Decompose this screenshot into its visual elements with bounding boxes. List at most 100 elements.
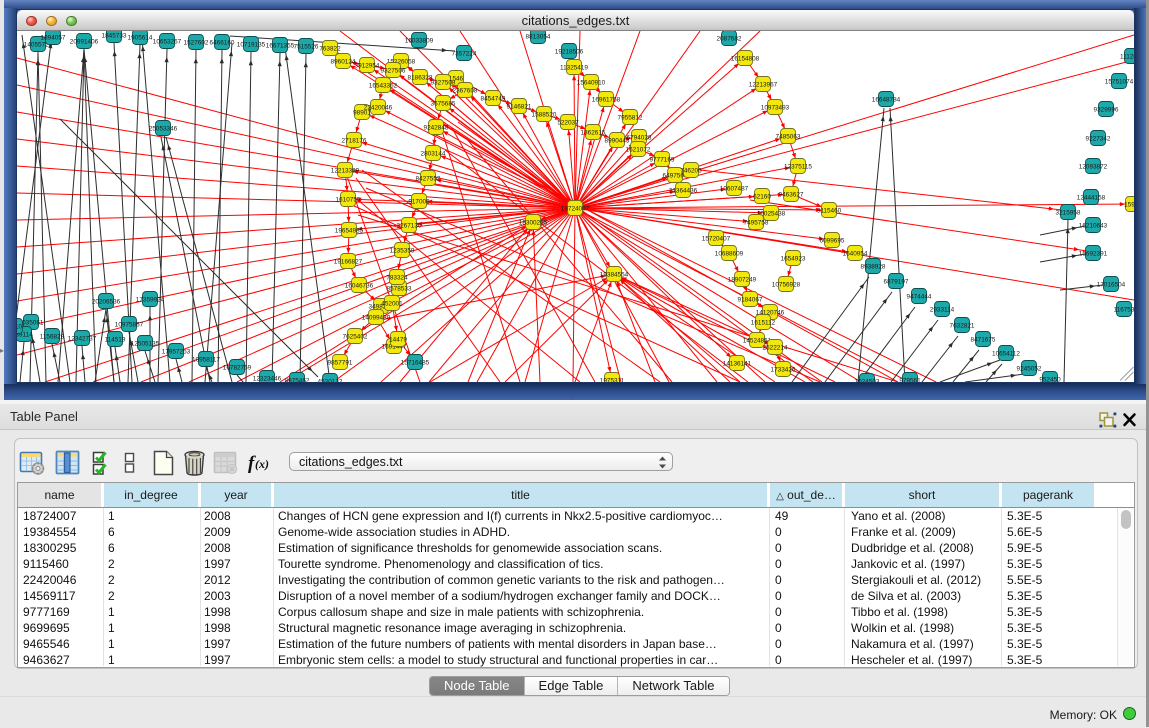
- svg-text:3675685: 3675685: [431, 100, 456, 107]
- svg-text:9184067: 9184067: [738, 296, 763, 303]
- svg-text:20991406: 20991406: [70, 38, 99, 45]
- svg-text:8454749: 8454749: [481, 95, 506, 102]
- svg-text:15692391: 15692391: [1079, 250, 1108, 257]
- svg-text:10654112: 10654112: [992, 350, 1020, 357]
- svg-text:19218506: 19218506: [555, 48, 584, 55]
- svg-text:12375115: 12375115: [784, 163, 812, 170]
- svg-text:16033809: 16033809: [405, 37, 434, 44]
- svg-text:16154808: 16154808: [731, 55, 760, 62]
- svg-text:11325419: 11325419: [560, 64, 588, 71]
- svg-text:18724007: 18724007: [561, 205, 590, 212]
- svg-text:1235359: 1235359: [390, 247, 415, 254]
- svg-text:16543362: 16543362: [369, 82, 398, 89]
- svg-text:12213389: 12213389: [331, 167, 360, 174]
- svg-text:12323446: 12323446: [253, 375, 282, 382]
- svg-text:19166827: 19166827: [334, 258, 363, 265]
- svg-text:9327508: 9327508: [431, 79, 456, 86]
- svg-text:3267130: 3267130: [397, 222, 422, 229]
- svg-text:9245052: 9245052: [1017, 365, 1042, 372]
- svg-text:1894057: 1894057: [41, 34, 66, 41]
- svg-text:3215958: 3215958: [1056, 209, 1081, 216]
- svg-text:114519: 114519: [105, 336, 126, 343]
- svg-text:7625402: 7625402: [343, 333, 368, 340]
- svg-text:15640910: 15640910: [577, 79, 606, 86]
- svg-text:16782759: 16782759: [223, 364, 252, 371]
- svg-text:8578533: 8578533: [387, 285, 412, 292]
- svg-text:2803144: 2803144: [421, 150, 446, 157]
- svg-text:2367608: 2367608: [453, 87, 478, 94]
- svg-text:522037: 522037: [557, 119, 579, 126]
- svg-text:12342737: 12342737: [68, 335, 97, 342]
- svg-text:62160: 62160: [753, 193, 771, 200]
- svg-text:6466160: 6466160: [210, 39, 235, 46]
- svg-text:8960124: 8960124: [331, 58, 356, 65]
- svg-text:1156829: 1156829: [40, 333, 65, 340]
- svg-text:12505135: 12505135: [131, 340, 160, 347]
- svg-text:8813054: 8813054: [526, 33, 551, 40]
- svg-text:16046736: 16046736: [345, 282, 374, 289]
- svg-text:16671355: 16671355: [266, 42, 295, 49]
- svg-text:4520132: 4520132: [318, 378, 343, 382]
- svg-text:16961758: 16961758: [592, 96, 621, 103]
- svg-text:9463627: 9463627: [779, 191, 804, 198]
- svg-text:1024503: 1024503: [855, 378, 880, 382]
- svg-text:18300295: 18300295: [519, 219, 548, 226]
- svg-text:14099489: 14099489: [362, 314, 391, 321]
- svg-text:7485063: 7485063: [776, 133, 801, 140]
- svg-text:15716485: 15716485: [401, 359, 430, 366]
- svg-text:8427552: 8427552: [416, 175, 441, 182]
- svg-text:8975462: 8975462: [285, 377, 310, 382]
- svg-text:20206536: 20206536: [92, 298, 121, 305]
- svg-text:452001: 452001: [381, 300, 403, 307]
- svg-text:952450: 952450: [1039, 376, 1061, 382]
- svg-text:16648784: 16648784: [872, 96, 901, 103]
- svg-text:15751074: 15751074: [1105, 78, 1134, 85]
- svg-text:25053346: 25053346: [149, 125, 178, 132]
- svg-text:10975867: 10975867: [115, 321, 144, 328]
- svg-text:18907249: 18907249: [728, 276, 757, 283]
- svg-text:1640954: 1640954: [843, 250, 868, 257]
- svg-text:1615112: 1615112: [751, 319, 776, 326]
- svg-text:9227342: 9227342: [1086, 135, 1111, 142]
- svg-text:9146821: 9146821: [507, 103, 532, 110]
- svg-text:979561: 979561: [899, 377, 921, 382]
- svg-text:10688609: 10688609: [715, 250, 744, 257]
- svg-text:6879197: 6879197: [884, 278, 909, 285]
- svg-text:6099695: 6099695: [820, 237, 845, 244]
- svg-text:(x): (x): [255, 457, 269, 471]
- svg-text:1733426: 1733426: [771, 366, 796, 373]
- svg-text:1362615: 1362615: [581, 129, 606, 136]
- svg-text:15720407: 15720407: [702, 235, 731, 242]
- svg-text:746206: 746206: [680, 167, 702, 174]
- svg-text:14479: 14479: [389, 336, 407, 343]
- svg-text:19384554: 19384554: [600, 271, 629, 278]
- svg-text:14136141: 14136141: [723, 360, 752, 367]
- svg-text:1588520: 1588520: [532, 111, 557, 118]
- svg-text:7955812: 7955812: [618, 114, 643, 121]
- svg-text:12213967: 12213967: [749, 81, 778, 88]
- svg-text:763822: 763822: [319, 45, 341, 52]
- svg-text:1975311: 1975311: [600, 377, 625, 382]
- svg-text:8938928: 8938928: [861, 263, 886, 270]
- svg-text:9857791: 9857791: [328, 359, 353, 366]
- svg-text:16210643: 16210643: [1079, 222, 1108, 229]
- svg-text:2718176: 2718176: [342, 137, 367, 144]
- svg-text:9327506: 9327506: [381, 67, 406, 74]
- svg-text:7515526: 7515526: [294, 43, 319, 50]
- svg-text:7632821: 7632821: [950, 322, 975, 329]
- svg-text:10958117: 10958117: [192, 356, 220, 363]
- svg-text:1654923: 1654923: [781, 255, 806, 262]
- svg-text:10756928: 10756928: [772, 281, 801, 288]
- svg-text:10719135: 10719135: [237, 41, 266, 48]
- svg-text:7495758: 7495758: [744, 219, 769, 226]
- svg-text:1112842: 1112842: [1120, 53, 1134, 60]
- svg-text:17016504: 17016504: [1097, 281, 1126, 288]
- svg-text:1621072: 1621072: [626, 146, 651, 153]
- svg-text:15958: 15958: [1124, 201, 1134, 208]
- svg-text:9242848: 9242848: [424, 124, 449, 131]
- svg-text:1527602: 1527602: [184, 39, 209, 46]
- svg-text:10973493: 10973493: [761, 104, 790, 111]
- svg-text:2933114: 2933114: [930, 306, 955, 313]
- svg-text:1610755: 1610755: [336, 196, 361, 203]
- svg-text:12444158: 12444158: [1077, 194, 1106, 201]
